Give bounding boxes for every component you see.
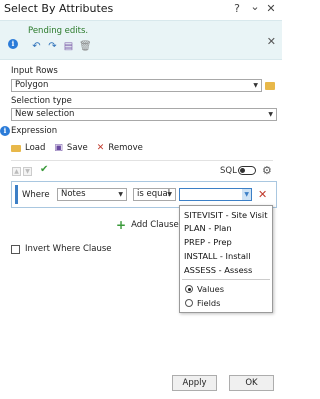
input-rows-value: Polygon	[15, 80, 49, 90]
save-label: Save	[66, 143, 88, 153]
undo-icon[interactable]: ↶	[31, 41, 42, 52]
field-dropdown[interactable]: Notes ▼	[57, 188, 127, 201]
remove-clause-icon[interactable]: ✕	[258, 188, 267, 201]
dismiss-edits-button[interactable]: ✕	[267, 35, 276, 48]
chevron-down-icon: ▼	[253, 82, 258, 89]
chevron-down-icon[interactable]: ▼	[242, 189, 251, 200]
values-radio-label: Values	[197, 284, 225, 294]
dropdown-option[interactable]: PLAN - Plan	[184, 223, 232, 233]
apply-button[interactable]: Apply	[172, 375, 217, 391]
selection-type-label: Selection type	[11, 96, 72, 106]
divider	[11, 160, 273, 161]
add-clause-button[interactable]: + Add Clause	[116, 218, 179, 232]
input-rows-dropdown[interactable]: Polygon ▼	[11, 79, 262, 92]
save-edits-icon[interactable]: ▤	[63, 41, 74, 52]
operator-dropdown[interactable]: is equal ▼	[133, 188, 176, 201]
verify-check-icon[interactable]: ✔	[40, 164, 48, 175]
where-label: Where	[22, 190, 50, 200]
chevron-down-icon: ▼	[167, 191, 172, 198]
pending-edits-message: Pending edits.	[28, 26, 89, 36]
remove-icon: ✕	[96, 143, 105, 153]
chevron-down-icon: ▼	[118, 191, 123, 198]
close-button[interactable]: ✕	[264, 2, 278, 15]
sql-toggle[interactable]	[238, 166, 256, 175]
minimize-button[interactable]: ⌄	[248, 0, 262, 13]
gear-icon[interactable]: ⚙	[262, 164, 272, 177]
dropdown-option[interactable]: ASSESS - Assess	[184, 265, 252, 275]
save-icon: ▣	[54, 143, 63, 153]
dropdown-option[interactable]: INSTALL - Install	[184, 251, 251, 261]
load-label: Load	[25, 143, 46, 153]
clause-indicator	[15, 185, 18, 204]
discard-edits-icon[interactable]: 🗑	[79, 41, 92, 52]
sql-label: SQL	[220, 166, 237, 176]
save-button[interactable]: ▣ Save	[54, 143, 87, 153]
pending-edits-bar: i Pending edits. ↶ ↷ ▤ 🗑 ✕	[0, 20, 282, 60]
expression-toolbar: Load ▣ Save ✕ Remove	[11, 143, 152, 153]
load-button[interactable]: Load	[11, 143, 45, 153]
help-button[interactable]: ?	[230, 2, 244, 15]
chevron-down-icon: ▼	[268, 111, 273, 118]
input-rows-label: Input Rows	[11, 66, 58, 76]
dropdown-option[interactable]: SITEVISIT - Site Visit	[184, 210, 267, 220]
fields-radio-label: Fields	[197, 298, 221, 308]
invert-where-clause-checkbox[interactable]: Invert Where Clause	[11, 244, 112, 254]
remove-label: Remove	[108, 143, 143, 153]
remove-button[interactable]: ✕ Remove	[97, 143, 143, 153]
window-title: Select By Attributes	[4, 2, 114, 15]
dropdown-option[interactable]: PREP - Prep	[184, 237, 232, 247]
edit-tools: ↶ ↷ ▤ 🗑	[31, 41, 92, 53]
operator-value: is equal	[137, 189, 171, 199]
move-down-icon[interactable]: ▼	[23, 167, 32, 176]
move-up-icon[interactable]: ▲	[12, 167, 21, 176]
values-radio[interactable]	[185, 285, 193, 293]
invert-label: Invert Where Clause	[25, 244, 112, 254]
plus-icon: +	[116, 218, 127, 232]
selection-type-dropdown[interactable]: New selection ▼	[11, 108, 277, 121]
redo-icon[interactable]: ↷	[47, 41, 58, 52]
expression-info-icon: i	[0, 126, 10, 136]
fields-radio[interactable]	[185, 299, 193, 307]
ok-button[interactable]: OK	[229, 375, 274, 391]
field-value: Notes	[61, 189, 86, 199]
selection-type-value: New selection	[15, 109, 75, 119]
folder-icon[interactable]	[265, 82, 275, 90]
add-clause-label: Add Clause	[131, 220, 179, 230]
folder-open-icon	[11, 144, 21, 152]
checkbox-box[interactable]	[11, 244, 20, 254]
value-input[interactable]: ▼	[179, 188, 252, 201]
expression-label: Expression	[11, 126, 58, 136]
dropdown-divider	[182, 279, 270, 280]
value-dropdown-list: SITEVISIT - Site Visit PLAN - Plan PREP …	[179, 205, 273, 313]
title-bar: Select By Attributes ? ⌄ ✕	[0, 0, 282, 18]
info-icon: i	[8, 39, 18, 49]
